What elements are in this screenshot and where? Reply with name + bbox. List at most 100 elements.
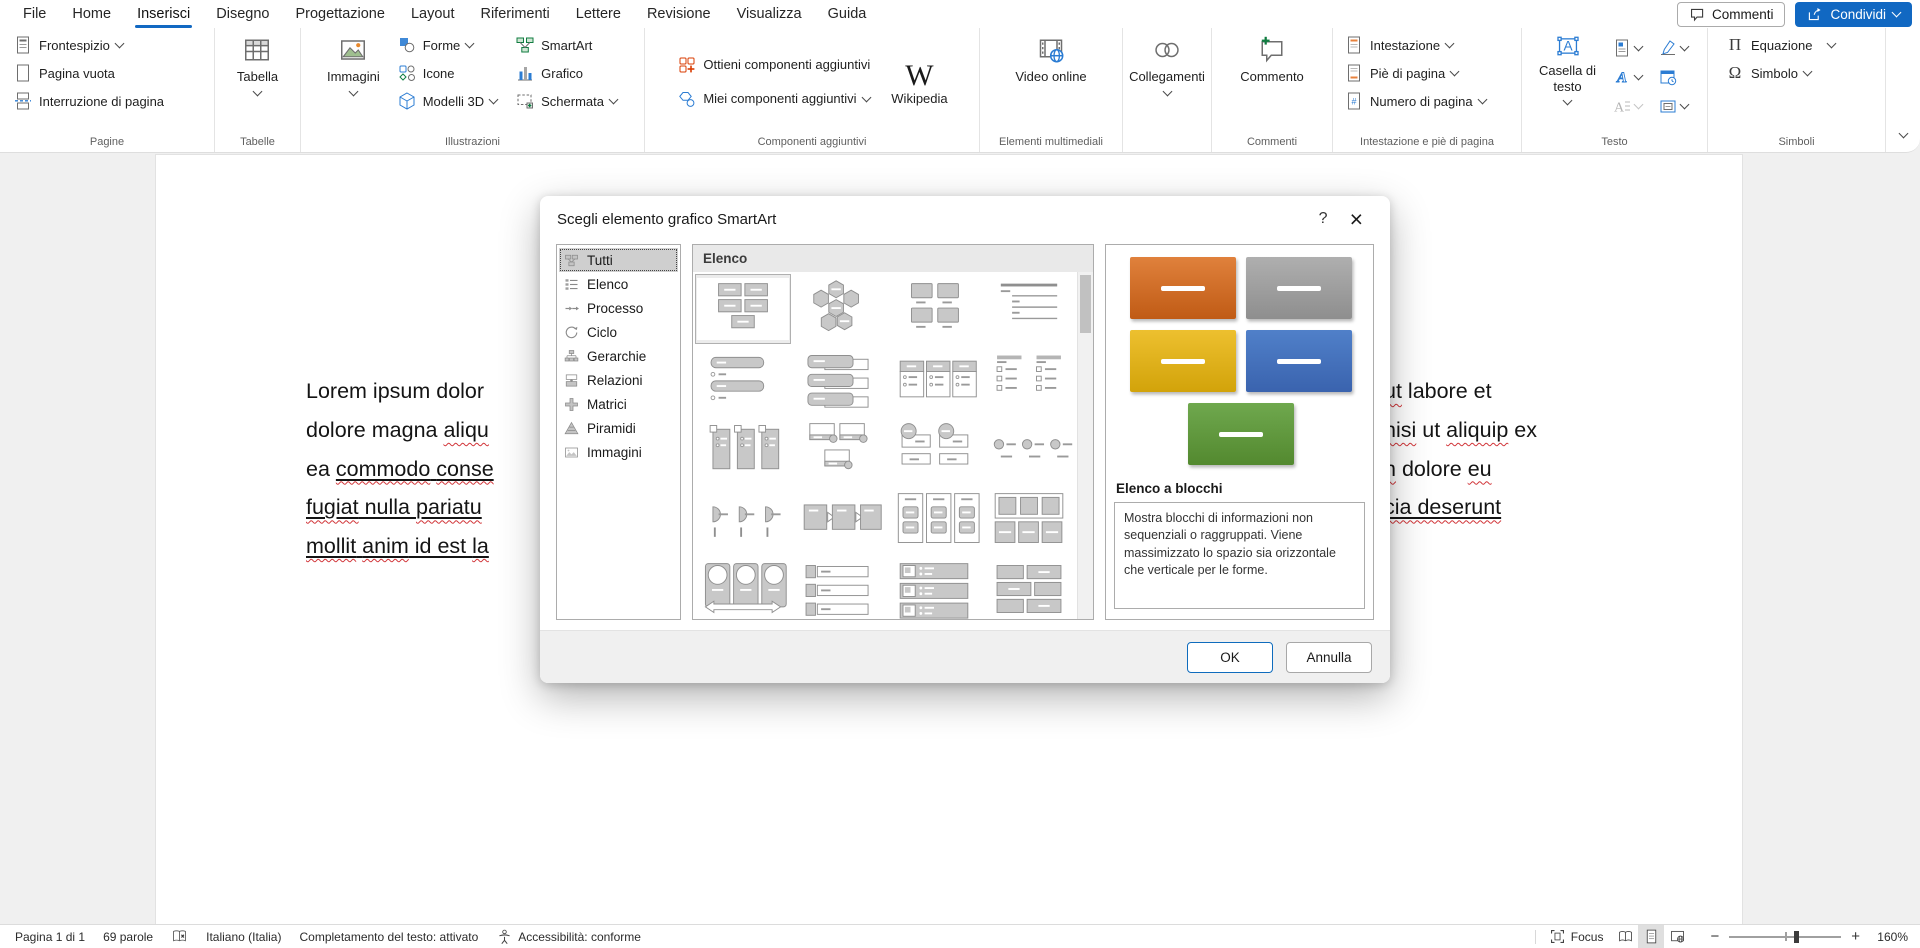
screenshot-button[interactable]: Schermata — [508, 87, 624, 115]
3d-model-icon — [397, 91, 417, 111]
wikipedia-button[interactable]: W Wikipedia — [885, 57, 953, 107]
comments-button[interactable]: Commenti — [1677, 2, 1786, 27]
category-item-matrici[interactable]: Matrici — [559, 392, 678, 416]
proofing-status[interactable] — [162, 925, 197, 948]
document-text-left[interactable]: Lorem ipsum dolordolore magna aliquea co… — [306, 372, 494, 566]
tab-file[interactable]: File — [10, 0, 59, 28]
web-layout-button[interactable] — [1664, 925, 1690, 948]
get-addins-button[interactable]: Ottieni componenti aggiuntivi — [670, 54, 877, 76]
gallery-item-arrow-tiles[interactable] — [791, 484, 887, 554]
signature-line-button[interactable] — [1655, 36, 1701, 60]
gallery-item-picture-blocks[interactable] — [886, 274, 982, 344]
cancel-button[interactable]: Annulla — [1286, 642, 1372, 673]
cover-page-button[interactable]: Frontespizio — [6, 31, 130, 59]
category-item-ciclo[interactable]: Ciclo — [559, 320, 678, 344]
focus-mode-button[interactable]: Focus — [1540, 925, 1613, 948]
close-icon[interactable]: × — [1340, 208, 1373, 231]
zoom-out-button[interactable]: − — [1704, 929, 1725, 944]
tab-disegno[interactable]: Disegno — [203, 0, 282, 28]
gallery-item-vertical-panels[interactable] — [695, 414, 791, 484]
language-indicator[interactable]: Italiano (Italia) — [197, 925, 290, 948]
gallery-item-circle-tag-boxes[interactable] — [886, 414, 982, 484]
text-prediction-status[interactable]: Completamento del testo: attivato — [290, 925, 487, 948]
my-addins-button[interactable]: Miei componenti aggiuntivi — [670, 88, 876, 110]
date-time-button[interactable] — [1655, 65, 1701, 89]
zoom-slider-thumb[interactable] — [1794, 931, 1799, 943]
new-comment-button[interactable]: Commento — [1234, 31, 1310, 85]
tab-home[interactable]: Home — [59, 0, 124, 28]
tab-visualizza[interactable]: Visualizza — [724, 0, 815, 28]
gallery-item-monitor-blocks[interactable] — [791, 414, 887, 484]
gallery-item-tab-lines[interactable] — [982, 274, 1078, 344]
tab-lettere[interactable]: Lettere — [563, 0, 634, 28]
footer-button[interactable]: Piè di pagina — [1337, 59, 1465, 87]
tab-revisione[interactable]: Revisione — [634, 0, 724, 28]
category-item-gerarchie[interactable]: Gerarchie — [559, 344, 678, 368]
category-item-processo[interactable]: Processo — [559, 296, 678, 320]
symbol-button[interactable]: Ω Simbolo — [1718, 59, 1818, 87]
category-item-elenco[interactable]: Elenco — [559, 272, 678, 296]
date-time-icon — [1658, 67, 1678, 87]
category-item-relazioni[interactable]: Relazioni — [559, 368, 678, 392]
scrollbar-thumb[interactable] — [1080, 275, 1091, 333]
help-button[interactable]: ? — [1307, 210, 1340, 228]
blank-page-button[interactable]: Pagina vuota — [6, 59, 122, 87]
3d-models-button[interactable]: Modelli 3D — [390, 87, 504, 115]
document-text-right[interactable]: ut labore etnisi ut aliquip exn dolore e… — [1384, 372, 1537, 527]
share-button[interactable]: Condividi — [1795, 2, 1912, 27]
category-item-immagini[interactable]: Immagini — [559, 440, 678, 464]
zoom-slider[interactable] — [1729, 936, 1841, 938]
category-label: Relazioni — [587, 373, 643, 388]
text-box-button[interactable]: A Casella di testo — [1529, 31, 1607, 107]
wordart-button[interactable]: A — [1609, 65, 1655, 89]
gallery-item-flag-list[interactable] — [982, 344, 1078, 414]
gallery-item-column-cards[interactable] — [886, 344, 982, 414]
tab-inserisci[interactable]: Inserisci — [124, 0, 203, 28]
gallery-item-grid-over-blocks[interactable] — [982, 484, 1078, 554]
tab-guida[interactable]: Guida — [815, 0, 880, 28]
gallery-item-pen-bars[interactable] — [791, 344, 887, 414]
collapse-ribbon-chevron-icon[interactable] — [1898, 129, 1908, 139]
gallery-item-stacked-column-list[interactable] — [886, 484, 982, 554]
smartart-button[interactable]: SmartArt — [508, 31, 599, 59]
gallery-item-hex-cluster[interactable] — [791, 274, 887, 344]
gallery-item-dot-dash-row[interactable] — [982, 414, 1078, 484]
pictures-button[interactable]: Immagini — [321, 31, 386, 98]
page-number-button[interactable]: # Numero di pagina — [1337, 87, 1493, 115]
tab-progettazione[interactable]: Progettazione — [282, 0, 397, 28]
zoom-percentage[interactable]: 160% — [1866, 930, 1914, 944]
zoom-in-button[interactable]: + — [1845, 929, 1866, 944]
category-label: Elenco — [587, 277, 628, 292]
chart-button[interactable]: Grafico — [508, 59, 590, 87]
page-indicator[interactable]: Pagina 1 di 1 — [6, 925, 94, 948]
ok-button[interactable]: OK — [1187, 642, 1273, 673]
online-video-button[interactable]: Video online — [1009, 31, 1092, 85]
gallery-item-block-list[interactable] — [695, 274, 791, 344]
gallery-scrollbar[interactable] — [1077, 272, 1093, 619]
dialog-title-bar[interactable]: Scegli elemento grafico SmartArt ? × — [540, 196, 1390, 242]
quick-parts-button[interactable] — [1609, 36, 1655, 60]
tab-riferimenti[interactable]: Riferimenti — [467, 0, 562, 28]
category-item-tutti[interactable]: Tutti — [559, 248, 678, 272]
links-button[interactable]: Collegamenti — [1123, 31, 1211, 98]
gallery-item-cylinder-arrow[interactable] — [695, 554, 791, 619]
equation-button[interactable]: Π Equazione — [1718, 31, 1842, 59]
object-button[interactable] — [1655, 94, 1701, 118]
category-item-piramidi[interactable]: Piramidi — [559, 416, 678, 440]
gallery-item-tag-rows[interactable] — [791, 554, 887, 619]
table-button[interactable]: Tabella — [231, 31, 284, 98]
header-button[interactable]: Intestazione — [1337, 31, 1460, 59]
word-count[interactable]: 69 parole — [94, 925, 162, 948]
icons-button[interactable]: Icone — [390, 59, 462, 87]
ribbon-tabs: File Home Inserisci Disegno Progettazion… — [0, 0, 879, 28]
shapes-button[interactable]: Forme — [390, 31, 481, 59]
gallery-item-brick-grid[interactable] — [982, 554, 1078, 619]
print-layout-button[interactable] — [1638, 925, 1664, 948]
accessibility-status[interactable]: Accessibilità: conforme — [487, 925, 650, 948]
tab-layout[interactable]: Layout — [398, 0, 468, 28]
gallery-item-rounded-bars[interactable] — [695, 344, 791, 414]
gallery-item-pic-caption-rows[interactable] — [886, 554, 982, 619]
read-mode-button[interactable] — [1612, 925, 1638, 948]
gallery-item-half-pins[interactable] — [695, 484, 791, 554]
page-break-button[interactable]: Interruzione di pagina — [6, 87, 171, 115]
